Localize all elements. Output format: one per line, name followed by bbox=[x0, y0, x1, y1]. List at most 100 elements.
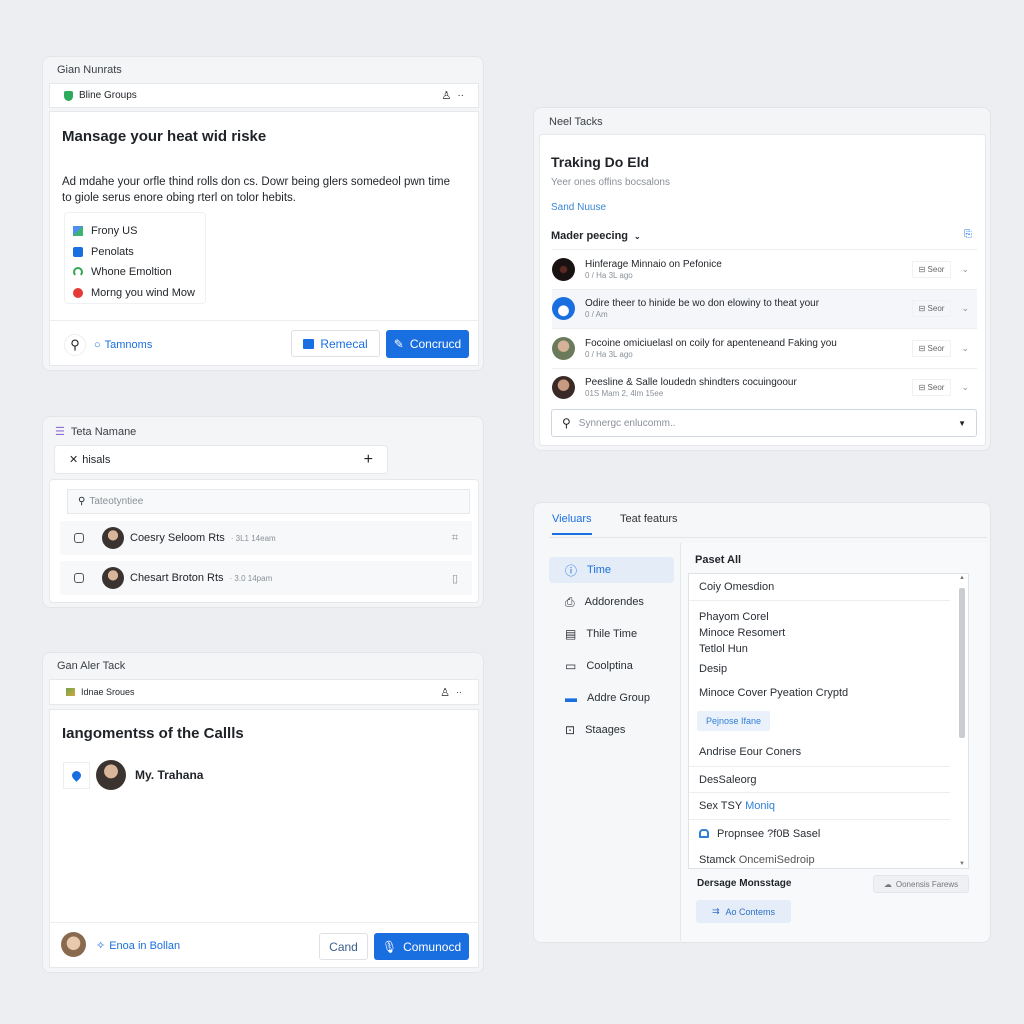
link-button[interactable]: ✧ Enoa in Bollan bbox=[96, 939, 181, 953]
secondary-button[interactable]: ☁ Oonensis Farews bbox=[873, 875, 969, 893]
avatar bbox=[552, 376, 575, 400]
section-dropdown[interactable]: Mader peecing ⌄ bbox=[551, 230, 641, 242]
task-meta: 0 / Ha 3L ago bbox=[585, 270, 633, 280]
divider bbox=[50, 922, 478, 923]
list-box[interactable]: Coiy Omesdion Phayom Corel Minoce Resome… bbox=[688, 573, 969, 869]
card-header: Idnae Sroues ♙ ·· bbox=[49, 679, 479, 705]
task-row[interactable]: Odire theer to hinide be wo don elowiny … bbox=[552, 288, 977, 328]
clipboard-icon[interactable]: ⎘ bbox=[964, 229, 972, 240]
search-input[interactable]: ⚲ Tateotyntiee bbox=[67, 489, 470, 514]
cancel-button[interactable]: Cand bbox=[319, 933, 368, 960]
row-meta: · 3L1 14eam bbox=[230, 533, 276, 543]
scroll-down-icon[interactable]: ▼ bbox=[959, 861, 965, 867]
scrollbar-thumb[interactable] bbox=[959, 588, 965, 738]
subtitle: Yeer ones offins bocsalons bbox=[551, 177, 670, 188]
primary-button[interactable]: ✎ Concrucd bbox=[386, 330, 469, 358]
bell-icon[interactable]: ♙ bbox=[441, 89, 451, 102]
list-item[interactable]: Coiy Omesdion bbox=[689, 574, 950, 601]
list-item[interactable]: Tetlol Hun bbox=[689, 641, 968, 657]
card-body: Mansage your heat wid riske Ad mdahe you… bbox=[49, 111, 479, 366]
task-row[interactable]: Peesline & Salle loudedn shindters cocui… bbox=[552, 367, 977, 408]
document-icon: ▭ bbox=[565, 659, 577, 673]
chevron-down-icon[interactable]: ⌄ bbox=[961, 382, 969, 393]
search-icon: ⚲ bbox=[78, 496, 86, 507]
list-item[interactable]: Propnsee ?f0B Sasel bbox=[689, 820, 968, 847]
close-icon[interactable]: ✕ bbox=[69, 453, 78, 466]
link[interactable]: Sand Nuuse bbox=[551, 202, 606, 213]
list-item[interactable]: Minoce Resomert bbox=[689, 625, 968, 641]
sidebar-label: Time bbox=[587, 564, 612, 576]
option-item[interactable]: Frony US bbox=[73, 221, 197, 242]
description: Ad mdahe your orfle thind rolls don cs. … bbox=[62, 176, 450, 204]
list-item[interactable]: Minoce Cover Pyeation Cryptd bbox=[689, 681, 968, 705]
more-icon[interactable]: ·· bbox=[457, 90, 464, 101]
primary-button[interactable]: 🎙 Comunocd bbox=[374, 933, 469, 960]
list-item[interactable]: Sex TSY Moniq bbox=[689, 793, 950, 820]
tab-1[interactable]: Teat featurs bbox=[620, 513, 677, 525]
sidebar-item[interactable]: ⊡ Staages bbox=[549, 717, 674, 743]
add-button[interactable]: ⇉ Ao Contems bbox=[696, 900, 791, 923]
list-item[interactable]: Andrise Eour Coners bbox=[689, 737, 950, 767]
task-title: Hinferage Minnaio on Pefonice bbox=[585, 258, 722, 270]
location-icon bbox=[70, 769, 83, 782]
table-row[interactable]: Coesry Seloom Rts · 3L1 14eam ⌗ bbox=[60, 521, 472, 555]
checkbox[interactable] bbox=[74, 533, 84, 543]
task-row[interactable]: Focoine omiciuelasl on coily for apenten… bbox=[552, 328, 977, 368]
chevron-down-icon[interactable]: ⌄ bbox=[961, 303, 969, 314]
list-item[interactable]: Stamck OncemiSedroip bbox=[689, 847, 968, 868]
action-button[interactable]: ⊟ Seor bbox=[911, 300, 952, 318]
link-button[interactable]: ○ Tamnoms bbox=[94, 339, 152, 351]
sidebar: ⓘ Time ⎙ Addorendes ▤ Thile Time ▭ Coolptina ▬ Ad… bbox=[549, 557, 674, 749]
secondary-button[interactable]: Remecal bbox=[291, 330, 380, 357]
option-item[interactable]: Morng you wind Mow bbox=[73, 283, 197, 304]
chevron-down-icon[interactable]: ⌄ bbox=[961, 343, 969, 354]
search-icon[interactable]: ⚲ bbox=[64, 334, 86, 356]
link-label: Enoa in Bollan bbox=[109, 939, 181, 952]
tab-0[interactable]: Vieluars bbox=[552, 513, 592, 535]
bookmark-icon[interactable]: ▯ bbox=[452, 572, 458, 585]
chat-icon bbox=[699, 829, 709, 838]
record-icon bbox=[73, 287, 83, 298]
badge-button[interactable] bbox=[63, 762, 90, 789]
panel-title: Gan Aler Tack bbox=[57, 660, 126, 672]
avatar bbox=[96, 760, 126, 790]
chip-button[interactable]: Pejnose Ifane bbox=[697, 711, 771, 731]
options-list: Frony US Penolats Whone Emoltion Morng y… bbox=[64, 212, 206, 304]
list-item[interactable]: Desip bbox=[689, 657, 968, 681]
more-icon[interactable]: ·· bbox=[456, 687, 462, 697]
pin-icon[interactable]: ⌗ bbox=[452, 532, 458, 545]
caret-down-icon[interactable]: ▼ bbox=[958, 419, 966, 428]
task-row[interactable]: Hinferage Minnaio on Pefonice 0 / Ha 3L a… bbox=[552, 249, 977, 289]
sidebar-item[interactable]: ⎙ Addorendes bbox=[549, 589, 674, 615]
sidebar-item[interactable]: ⓘ Time bbox=[549, 557, 674, 583]
sidebar-item[interactable]: ▤ Thile Time bbox=[549, 621, 674, 647]
button-label: Ao Contems bbox=[725, 906, 776, 917]
checkbox[interactable] bbox=[74, 573, 84, 583]
sidebar-item[interactable]: ▬ Addre Group bbox=[549, 685, 674, 711]
tab-active[interactable]: ✕ hisals + bbox=[54, 445, 388, 474]
chevron-down-icon[interactable]: ⌄ bbox=[961, 264, 969, 275]
scroll-up-icon[interactable]: ▲ bbox=[959, 575, 965, 581]
bell-icon[interactable]: ♙ bbox=[440, 686, 450, 699]
card-body: Iangomentss of the Callls My. Trahana ✧ E… bbox=[49, 709, 479, 968]
chevron-down-icon: ⌄ bbox=[634, 231, 641, 241]
table-row[interactable]: Chesart Broton Rts · 3.0 14pam ▯ bbox=[60, 561, 472, 595]
action-button[interactable]: ⊟ Seor bbox=[911, 260, 952, 278]
search-placeholder: Tateotyntiee bbox=[89, 496, 144, 507]
action-button[interactable]: ⊟ Seor bbox=[911, 379, 952, 397]
list-item[interactable]: Phayom Corel bbox=[689, 609, 968, 625]
action-button[interactable]: ⊟ Seor bbox=[911, 339, 952, 357]
page-title: Traking Do Eld bbox=[551, 154, 650, 170]
list-item[interactable]: DesSaleorg bbox=[689, 767, 950, 793]
panel-title: ☰ Teta Namane bbox=[55, 425, 136, 439]
sidebar-item[interactable]: ▭ Coolptina bbox=[549, 653, 674, 679]
page-title: Mansage your heat wid riske bbox=[62, 128, 267, 145]
image-icon bbox=[66, 688, 75, 696]
option-item[interactable]: Whone Emoltion bbox=[73, 262, 197, 283]
option-label: Morng you wind Mow bbox=[91, 286, 195, 299]
task-title: Peesline & Salle loudedn shindters cocui… bbox=[585, 377, 797, 389]
plus-icon[interactable]: + bbox=[364, 451, 373, 469]
search-input[interactable]: ⚲ Synnergc enlucomm.. ▼ bbox=[551, 409, 977, 437]
link-label: Tamnoms bbox=[104, 339, 153, 351]
option-item[interactable]: Penolats bbox=[73, 242, 197, 263]
